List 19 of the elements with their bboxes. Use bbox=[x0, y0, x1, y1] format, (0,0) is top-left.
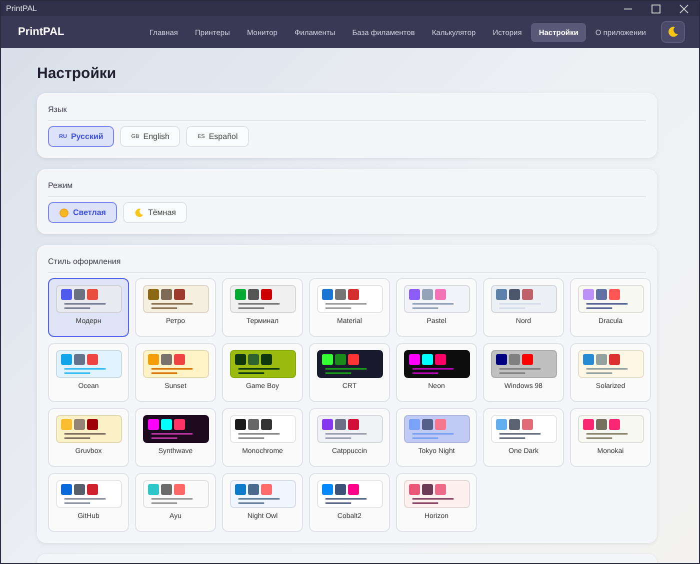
app-name: PrintPAL bbox=[18, 26, 64, 38]
section-title: Стиль оформления bbox=[48, 257, 646, 273]
section-title: Режим bbox=[48, 181, 646, 197]
option-label: Светлая bbox=[73, 208, 106, 217]
theme-toggle-button[interactable] bbox=[661, 21, 685, 43]
page-title: Настройки bbox=[37, 65, 118, 82]
section-title: Язык bbox=[48, 105, 646, 121]
maximize-icon[interactable] bbox=[651, 4, 661, 14]
moon-icon bbox=[667, 26, 679, 38]
close-icon[interactable] bbox=[679, 4, 689, 14]
option-label: Русский bbox=[70, 132, 104, 141]
option-label: English bbox=[143, 132, 170, 141]
mode-option[interactable]: Светлая bbox=[48, 202, 117, 223]
option-label: Español bbox=[208, 132, 238, 141]
moon-icon bbox=[134, 208, 144, 218]
window-title: PrintPAL bbox=[6, 4, 37, 13]
option-label: Тёмная bbox=[148, 208, 176, 217]
sun-icon bbox=[59, 208, 69, 218]
mode-option[interactable]: Тёмная bbox=[122, 202, 187, 223]
